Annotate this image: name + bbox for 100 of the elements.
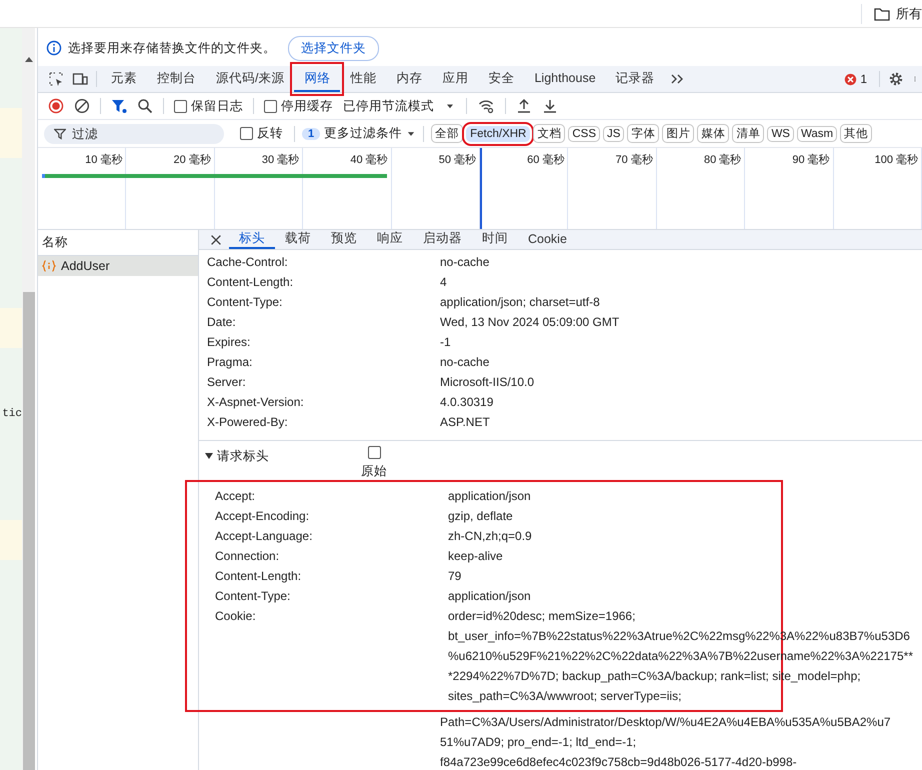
filter-field[interactable]: 过滤 [44, 124, 224, 144]
time-tick-label: 10 毫秒 [85, 154, 122, 166]
detail-tab[interactable]: Cookie [518, 230, 577, 249]
type-filter-chip[interactable]: 媒体 [697, 124, 730, 143]
upload-icon[interactable] [516, 98, 532, 114]
header-value: gzip, deflate [448, 508, 513, 525]
header-value: -1 [440, 334, 451, 351]
time-marker[interactable] [480, 148, 482, 229]
expand-triangle-icon [205, 452, 213, 460]
header-name: Date: [207, 314, 237, 331]
header-value-line: 51%u7AD9; pro_end=-1; ltd_end=-1; [440, 734, 638, 751]
request-row[interactable]: AddUser [38, 256, 198, 276]
panel-tab[interactable]: 元素 [101, 66, 147, 92]
settings-icon[interactable] [888, 71, 904, 87]
throttling-dropdown[interactable]: 已停用节流模式 [343, 98, 434, 114]
type-filter-chip[interactable]: WS [767, 126, 794, 142]
clear-icon[interactable] [74, 98, 90, 114]
detail-tab[interactable]: 载荷 [275, 230, 321, 249]
type-filter-chip[interactable]: JS [603, 126, 624, 142]
panel-tab[interactable]: 性能 [340, 66, 386, 92]
type-filter-chip[interactable]: 文档 [533, 124, 566, 143]
type-filter-chip[interactable]: 图片 [662, 124, 694, 143]
network-settings-icon[interactable] [477, 98, 495, 114]
header-value: zh-CN,zh;q=0.9 [448, 528, 532, 545]
error-count[interactable]: 1 [860, 72, 867, 86]
header-value-line: order=id%20desc; memSize=1966; [448, 608, 636, 625]
header-value: application/json; charset=utf-8 [440, 294, 600, 311]
header-name: Cookie: [215, 608, 257, 625]
folder-icon[interactable] [874, 6, 890, 20]
header-name: Connection: [215, 548, 280, 565]
filter-icon [54, 128, 66, 140]
header-name: Accept-Language: [215, 528, 314, 545]
header-value: application/json [448, 488, 531, 505]
more-filters-dropdown[interactable]: 1 更多过滤条件 [302, 125, 416, 142]
panel-tab[interactable]: 安全 [478, 66, 524, 92]
type-filter-chip[interactable]: 全部 [431, 124, 464, 143]
panel-tab[interactable]: 控制台 [147, 66, 206, 92]
time-tick-label: 100 毫秒 [874, 154, 918, 166]
detail-tab[interactable]: 时间 [472, 230, 518, 249]
header-name: Server: [207, 374, 247, 391]
error-icon[interactable] [844, 72, 858, 86]
header-value: 4 [440, 274, 447, 291]
header-name: Accept-Encoding: [215, 508, 310, 525]
type-filter-chip[interactable]: 清单 [732, 124, 764, 143]
checkbox-label: 反转 [257, 125, 283, 142]
time-tick-label: 50 毫秒 [438, 154, 476, 166]
header-value: 4.0.30319 [440, 394, 494, 411]
search-icon[interactable] [137, 98, 153, 114]
type-filter-chip[interactable]: 其他 [840, 124, 872, 143]
checkbox-label: 停用缓存 [281, 98, 333, 114]
time-tick-label: 30 毫秒 [262, 154, 300, 166]
scrollbar[interactable] [22, 28, 35, 770]
checkbox[interactable] [264, 100, 277, 112]
panel-tab[interactable]: Lighthouse [524, 66, 606, 92]
panel-tab[interactable]: 应用 [432, 66, 478, 92]
bookmark-label[interactable]: 所有 [896, 4, 922, 22]
detail-tab[interactable]: 预览 [321, 230, 367, 249]
header-name: Accept: [215, 488, 256, 505]
checkbox[interactable] [240, 127, 253, 140]
scroll-up-icon[interactable] [24, 56, 32, 62]
header-name: Content-Length: [215, 568, 302, 585]
panel-tab[interactable]: 源代码/来源 [206, 66, 294, 92]
type-filter-chip[interactable]: CSS [568, 126, 600, 142]
checkbox-label: 原始 [361, 463, 387, 480]
section-toggle[interactable]: 请求标头 [205, 441, 269, 471]
header-name: Pragma: [207, 354, 254, 371]
time-tick-label: 20 毫秒 [174, 154, 211, 166]
column-header[interactable]: 名称 [42, 234, 68, 251]
detail-tab[interactable]: 响应 [367, 230, 413, 249]
header-name: Content-Type: [215, 588, 292, 605]
panel-tab[interactable]: 记录器 [606, 66, 665, 92]
info-message: 选择要用来存储替换文件的文件夹。 [68, 40, 276, 56]
type-filter-chip[interactable]: 字体 [627, 124, 660, 143]
checkbox[interactable] [174, 100, 187, 112]
checkbox-label: 保留日志 [191, 98, 243, 114]
info-icon[interactable] [46, 40, 62, 56]
code-braces-icon [42, 260, 56, 272]
detail-tab[interactable]: 启动器 [413, 230, 472, 249]
checkbox[interactable] [368, 446, 380, 459]
header-value: application/json [448, 588, 531, 605]
filter-icon[interactable] [111, 98, 127, 114]
device-icon[interactable] [72, 71, 88, 87]
detail-tab[interactable]: 标头 [229, 230, 275, 249]
header-value: Wed, 13 Nov 2024 05:09:00 GMT [440, 314, 620, 331]
panel-tab[interactable]: 内存 [386, 66, 432, 92]
header-name: Cache-Control: [207, 254, 289, 271]
inspect-icon[interactable] [48, 71, 64, 87]
close-icon[interactable] [209, 232, 223, 246]
header-name: X-Aspnet-Version: [207, 394, 305, 411]
time-tick-label: 60 毫秒 [527, 154, 564, 166]
time-tick-label: 80 毫秒 [704, 154, 742, 166]
page-panel [0, 308, 22, 348]
header-name: Content-Length: [207, 274, 294, 291]
download-icon[interactable] [542, 98, 558, 114]
choose-folder-button[interactable]: 选择文件夹 [288, 36, 379, 60]
header-value-line: f84a723e99ce6d8efec4c023f9c758cb=9d48b026-5177-4d20-b998- [440, 754, 798, 770]
header-name: X-Powered-By: [207, 414, 289, 431]
page-panel [0, 520, 22, 560]
type-filter-chip[interactable]: Wasm [796, 126, 838, 142]
record-icon[interactable] [48, 98, 64, 114]
